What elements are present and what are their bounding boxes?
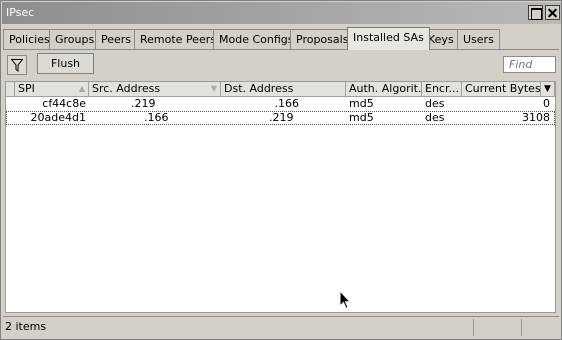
tab-users[interactable]: Users — [457, 29, 500, 49]
funnel-icon — [11, 59, 23, 72]
find-input[interactable] — [503, 56, 556, 73]
tab-remote-peers[interactable]: Remote Peers — [134, 29, 222, 49]
table-row[interactable]: cf44c8e .219 .166 md5 des 0 — [6, 97, 555, 111]
mouse-pointer-icon — [339, 290, 351, 310]
column-header-current-bytes[interactable]: Current Bytes — [462, 82, 541, 97]
cell-src-address: .166 — [144, 111, 169, 124]
tab-policies[interactable]: Policies — [3, 29, 56, 49]
status-bar: 2 items — [3, 316, 559, 337]
tab-mode-configs[interactable]: Mode Configs — [213, 29, 300, 49]
table-header: SPI ▲ Src. Address ▼ Dst. Address Auth. … — [6, 82, 555, 97]
maximize-button[interactable] — [528, 5, 543, 20]
column-header-dst-address[interactable]: Dst. Address — [221, 82, 346, 97]
close-button[interactable] — [545, 5, 560, 20]
tab-groups[interactable]: Groups — [49, 29, 101, 49]
tab-peers[interactable]: Peers — [95, 29, 138, 49]
tab-installed-sas[interactable]: Installed SAs — [347, 27, 430, 50]
cell-encryption: des — [425, 97, 445, 110]
window-title: IPsec — [6, 6, 35, 19]
cell-auth-algorithm: md5 — [349, 97, 374, 110]
status-divider — [473, 319, 474, 336]
item-count: 2 items — [5, 320, 47, 333]
cell-spi: 20ade4d1 — [30, 111, 86, 124]
cell-spi: cf44c8e — [42, 97, 86, 110]
column-header-encryption[interactable]: Encr... — [422, 82, 462, 97]
table-row[interactable]: 20ade4d1 .166 .219 md5 des 3108 — [6, 111, 555, 125]
installed-sas-table: SPI ▲ Src. Address ▼ Dst. Address Auth. … — [5, 81, 556, 313]
column-header-src-address[interactable]: Src. Address ▼ — [89, 82, 221, 97]
column-header-auth-algorithm[interactable]: Auth. Algorit... — [346, 82, 422, 97]
cell-dst-address: .166 — [274, 97, 300, 110]
flush-button[interactable]: Flush — [37, 53, 94, 74]
sort-descending-icon: ▼ — [210, 84, 217, 93]
filter-button[interactable] — [7, 55, 27, 75]
column-header-spi[interactable]: SPI ▲ — [15, 82, 89, 97]
status-divider — [521, 319, 522, 336]
ipsec-window: IPsec Policies Groups Peers Remote Peers… — [0, 0, 562, 340]
title-bar[interactable]: IPsec — [2, 2, 561, 24]
cell-current-bytes: 0 — [543, 97, 550, 110]
cell-src-address: .219 — [131, 97, 156, 110]
cell-auth-algorithm: md5 — [349, 111, 374, 124]
tab-proposals[interactable]: Proposals — [290, 29, 355, 49]
sort-ascending-icon: ▲ — [78, 84, 85, 93]
cell-encryption: des — [425, 111, 445, 124]
chevron-down-icon: ▼ — [544, 84, 551, 94]
cell-current-bytes: 3108 — [522, 111, 550, 124]
cell-dst-address: .219 — [269, 111, 294, 124]
header-spacer — [6, 82, 15, 97]
column-menu-button[interactable]: ▼ — [541, 82, 555, 97]
